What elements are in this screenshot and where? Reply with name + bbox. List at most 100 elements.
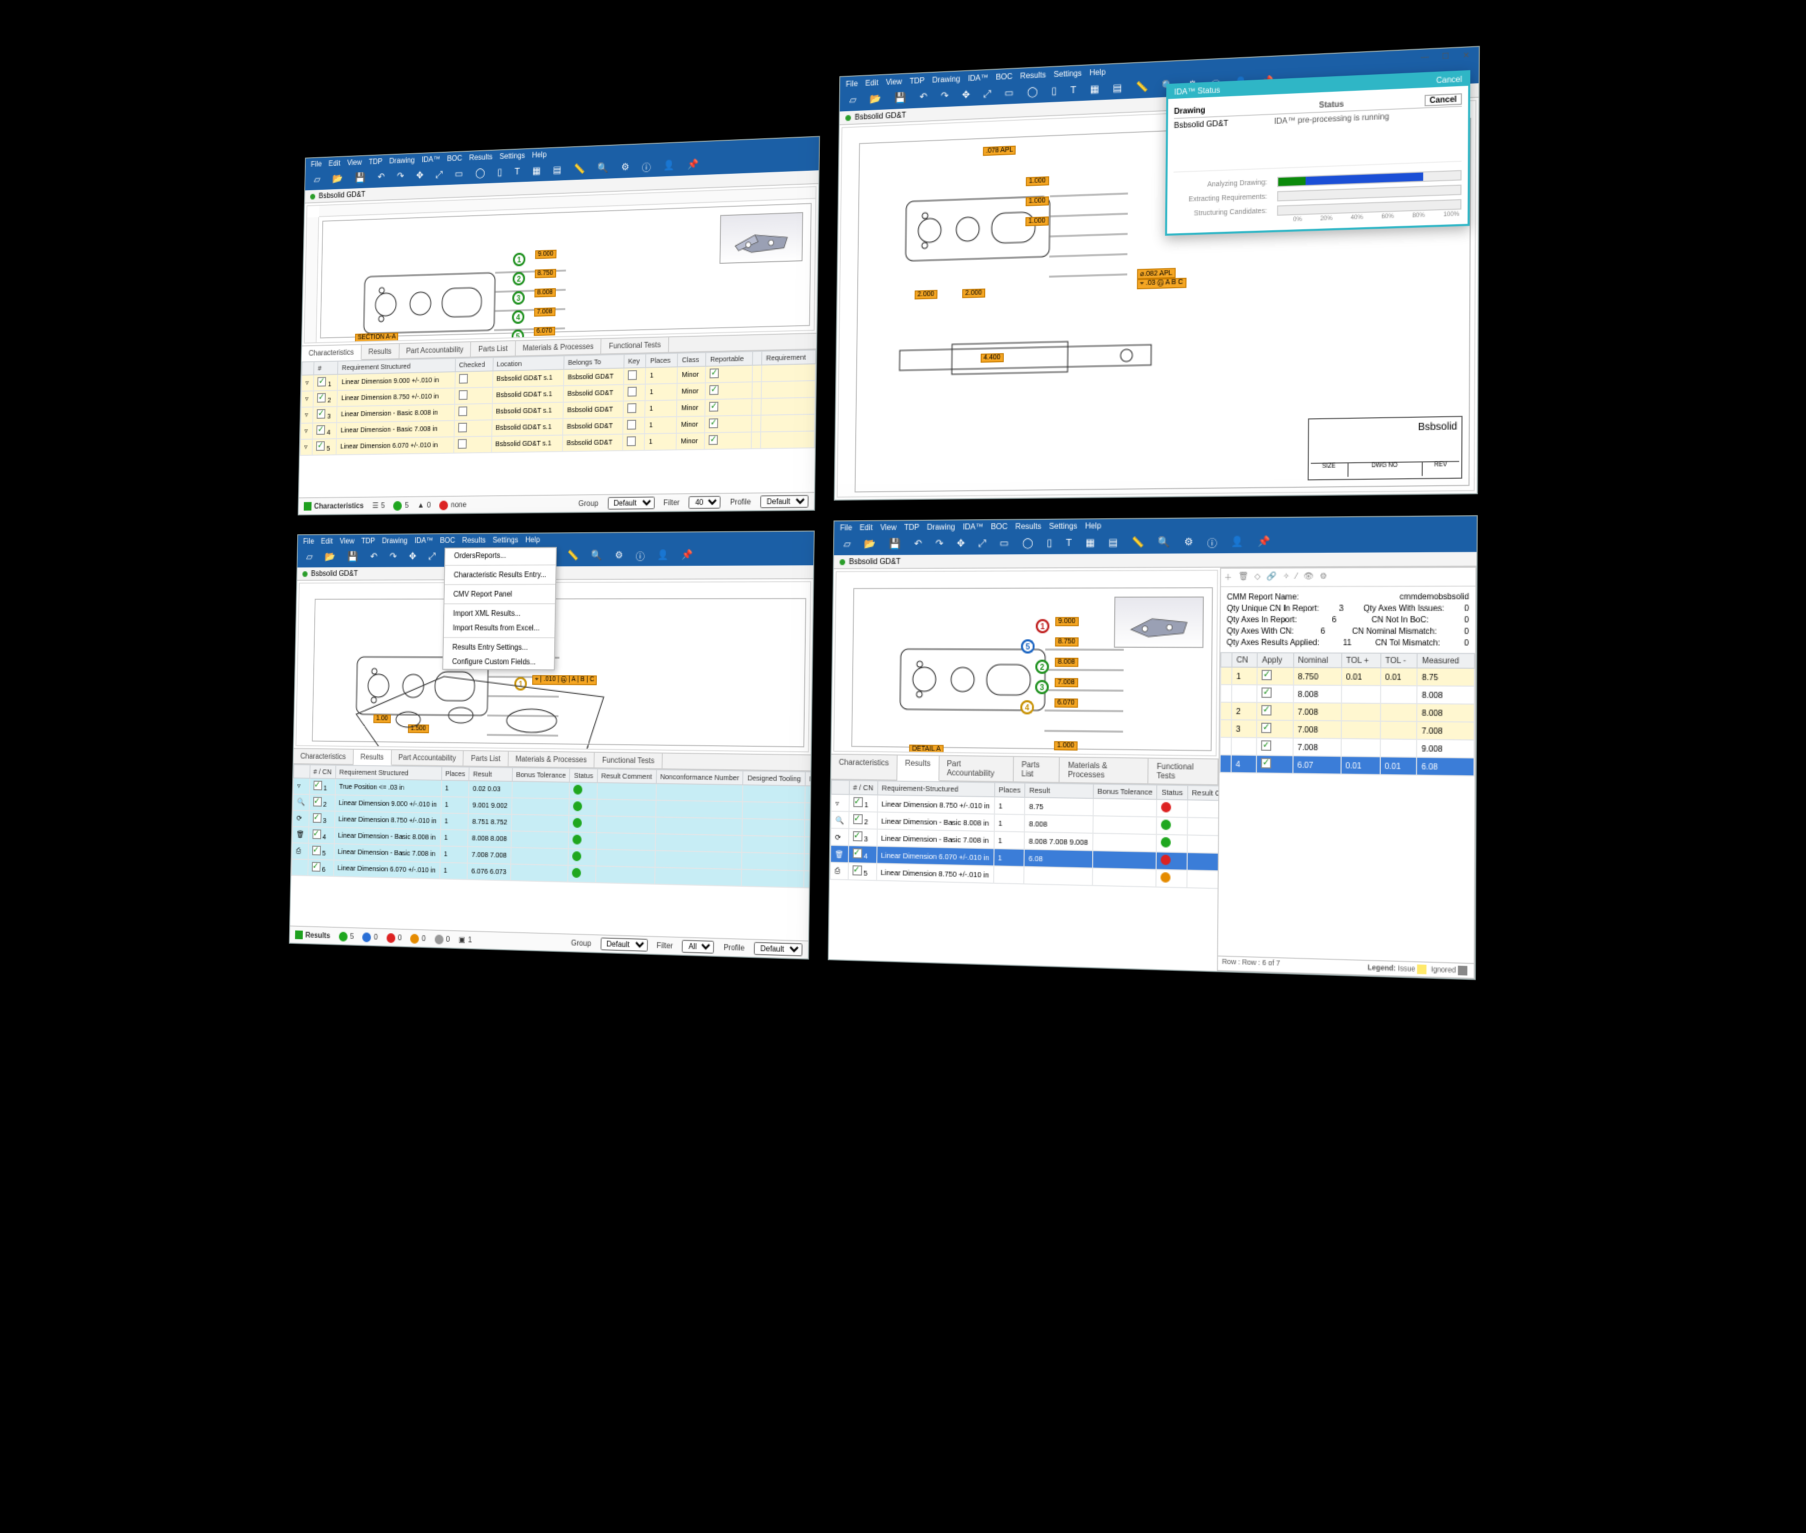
menu-tdp[interactable]: TDP xyxy=(361,537,375,546)
menu-file[interactable]: File xyxy=(311,160,322,169)
drawing-canvas[interactable]: 123459.0008.7508.0087.0086.0706.082SECTI… xyxy=(304,186,817,343)
dimension-label[interactable]: 8.750 xyxy=(1055,637,1078,646)
tab-functional-tests[interactable]: Functional Tests xyxy=(1149,759,1219,785)
ruler-icon[interactable]: 📏 xyxy=(570,163,588,176)
table-icon[interactable]: ▦ xyxy=(1082,537,1099,550)
trash-icon[interactable]: 🗑 xyxy=(1238,572,1248,583)
save-icon[interactable]: 💾 xyxy=(344,551,362,563)
grid-icon[interactable]: ▤ xyxy=(1109,82,1126,96)
menu-help[interactable]: Help xyxy=(532,150,547,159)
dimension-label[interactable]: 2.000 xyxy=(962,289,985,299)
minimize-button[interactable]: — xyxy=(1419,51,1431,62)
menu-item[interactable]: Results Entry Settings... xyxy=(443,640,554,655)
model-thumbnail[interactable] xyxy=(1114,597,1204,648)
balloon-2[interactable]: 2 xyxy=(1035,660,1049,674)
balloon-icon[interactable]: ◯ xyxy=(1018,537,1037,550)
dimension-label[interactable]: SECTION A-A xyxy=(355,333,399,343)
balloon-4[interactable]: 4 xyxy=(1020,700,1034,714)
open-icon[interactable]: 📂 xyxy=(329,173,347,186)
measure-icon[interactable]: ▭ xyxy=(1001,87,1018,101)
pin-icon[interactable]: 📌 xyxy=(684,158,703,171)
rect-icon[interactable]: ▯ xyxy=(494,166,506,179)
tab-parts-list[interactable]: Parts List xyxy=(464,751,509,766)
pin-icon[interactable]: 📌 xyxy=(678,549,697,562)
zoom-icon[interactable]: ⤢ xyxy=(979,88,994,102)
redo-icon[interactable]: ↷ xyxy=(932,538,948,551)
tab-characteristics[interactable]: Characteristics xyxy=(293,748,353,763)
undo-icon[interactable]: ↶ xyxy=(916,91,932,105)
zoom-icon[interactable]: ⤢ xyxy=(432,169,446,182)
ruler-icon[interactable]: 📏 xyxy=(1128,536,1148,549)
save-icon[interactable]: 💾 xyxy=(885,538,905,551)
menu-item[interactable]: Configure Custom Fields... xyxy=(443,654,554,669)
table-icon[interactable]: ▦ xyxy=(1086,83,1103,97)
settings2-icon[interactable]: ⚙ xyxy=(617,161,632,174)
tab-part-accountability[interactable]: Part Accountability xyxy=(391,750,464,765)
open-icon[interactable]: 📂 xyxy=(860,538,879,551)
balloon-1[interactable]: 1 xyxy=(1036,619,1050,633)
pan-icon[interactable]: ✥ xyxy=(953,537,969,550)
menu-boc[interactable]: BOC xyxy=(991,522,1008,531)
wand-icon[interactable]: ✧ xyxy=(1283,572,1290,583)
menu-edit[interactable]: Edit xyxy=(860,523,873,532)
menu-item[interactable]: Import Results from Excel... xyxy=(444,621,555,636)
info-icon[interactable]: ⓘ xyxy=(638,158,654,175)
ruler-icon[interactable]: 📏 xyxy=(564,550,583,563)
menu-boc[interactable]: BOC xyxy=(447,154,462,163)
results-grid[interactable]: # / CNRequirement-StructuredPlacesResult… xyxy=(829,780,1219,971)
tab-functional-tests[interactable]: Functional Tests xyxy=(595,752,663,768)
tab-results[interactable]: Results xyxy=(897,755,939,781)
tab-characteristics[interactable]: Characteristics xyxy=(302,344,362,361)
balloon-5[interactable]: 5 xyxy=(1021,639,1035,653)
menu-help[interactable]: Help xyxy=(525,535,540,544)
info-icon[interactable]: ⓘ xyxy=(1203,534,1221,552)
table-icon[interactable]: ▦ xyxy=(529,165,545,178)
grid-icon[interactable]: ▤ xyxy=(549,164,565,177)
model-thumbnail[interactable] xyxy=(719,212,803,264)
table-row[interactable]: 27.0088.008 xyxy=(1220,702,1474,722)
menu-settings[interactable]: Settings xyxy=(493,536,519,545)
dimension-label[interactable]: 8.008 xyxy=(534,288,555,297)
new-icon[interactable]: ▱ xyxy=(310,174,324,187)
dimension-label[interactable]: .078 APL xyxy=(983,146,1016,156)
undo-icon[interactable]: ↶ xyxy=(910,538,926,551)
tab-materials---processes[interactable]: Materials & Processes xyxy=(516,339,602,356)
dimension-label[interactable]: 1.000 xyxy=(1054,741,1077,750)
maximize-button[interactable]: ☐ xyxy=(1439,50,1451,61)
dimension-label[interactable]: 9.000 xyxy=(1055,617,1078,626)
table-row[interactable]: 37.0087.008 xyxy=(1220,720,1474,740)
menu-file[interactable]: File xyxy=(840,523,852,532)
menu-view[interactable]: View xyxy=(886,77,902,87)
menu-view[interactable]: View xyxy=(347,158,362,167)
text-icon[interactable]: T xyxy=(1066,84,1080,98)
dimension-label[interactable]: 8.008 xyxy=(1055,658,1078,667)
redo-icon[interactable]: ↷ xyxy=(386,551,400,563)
characteristics-grid[interactable]: #Requirement StructuredCheckedLocationBe… xyxy=(299,349,816,497)
balloon-icon[interactable]: ◯ xyxy=(1023,86,1042,100)
pin-icon[interactable]: 📌 xyxy=(1254,535,1275,549)
new-icon[interactable]: ▱ xyxy=(303,551,317,563)
menu-edit[interactable]: Edit xyxy=(328,159,340,168)
grid-icon[interactable]: ▤ xyxy=(1105,536,1122,549)
dimension-label[interactable]: 2.000 xyxy=(915,290,937,300)
tab-materials---processes[interactable]: Materials & Processes xyxy=(508,751,595,767)
dimension-label[interactable]: 9.000 xyxy=(535,250,556,259)
tab-results[interactable]: Results xyxy=(353,749,391,765)
pin-icon[interactable]: 📌 xyxy=(1257,75,1278,89)
slash-icon[interactable]: ⁄ xyxy=(1296,572,1297,583)
dimension-label[interactable]: 6.070 xyxy=(1054,698,1077,707)
menu-tdp[interactable]: TDP xyxy=(904,523,919,532)
link-icon[interactable]: 🔗 xyxy=(1267,572,1277,583)
table-row[interactable]: 18.7500.010.018.75 xyxy=(1221,667,1475,686)
redo-icon[interactable]: ↷ xyxy=(393,170,407,183)
table-row[interactable]: 8.0088.008 xyxy=(1221,685,1475,704)
results-grid[interactable]: # / CNRequirement StructuredPlacesResult… xyxy=(290,764,810,941)
menu-edit[interactable]: Edit xyxy=(865,78,878,87)
group-select[interactable]: Default xyxy=(600,937,647,951)
dimension-label[interactable]: 1.000 xyxy=(1026,176,1049,186)
menu-file[interactable]: File xyxy=(846,79,858,88)
dimension-label[interactable]: ⌀.082 APL xyxy=(1137,268,1175,279)
user-icon[interactable]: 👤 xyxy=(1231,76,1252,90)
tab-parts-list[interactable]: Parts List xyxy=(1014,757,1061,782)
ruler-icon[interactable]: 📏 xyxy=(1132,81,1152,95)
